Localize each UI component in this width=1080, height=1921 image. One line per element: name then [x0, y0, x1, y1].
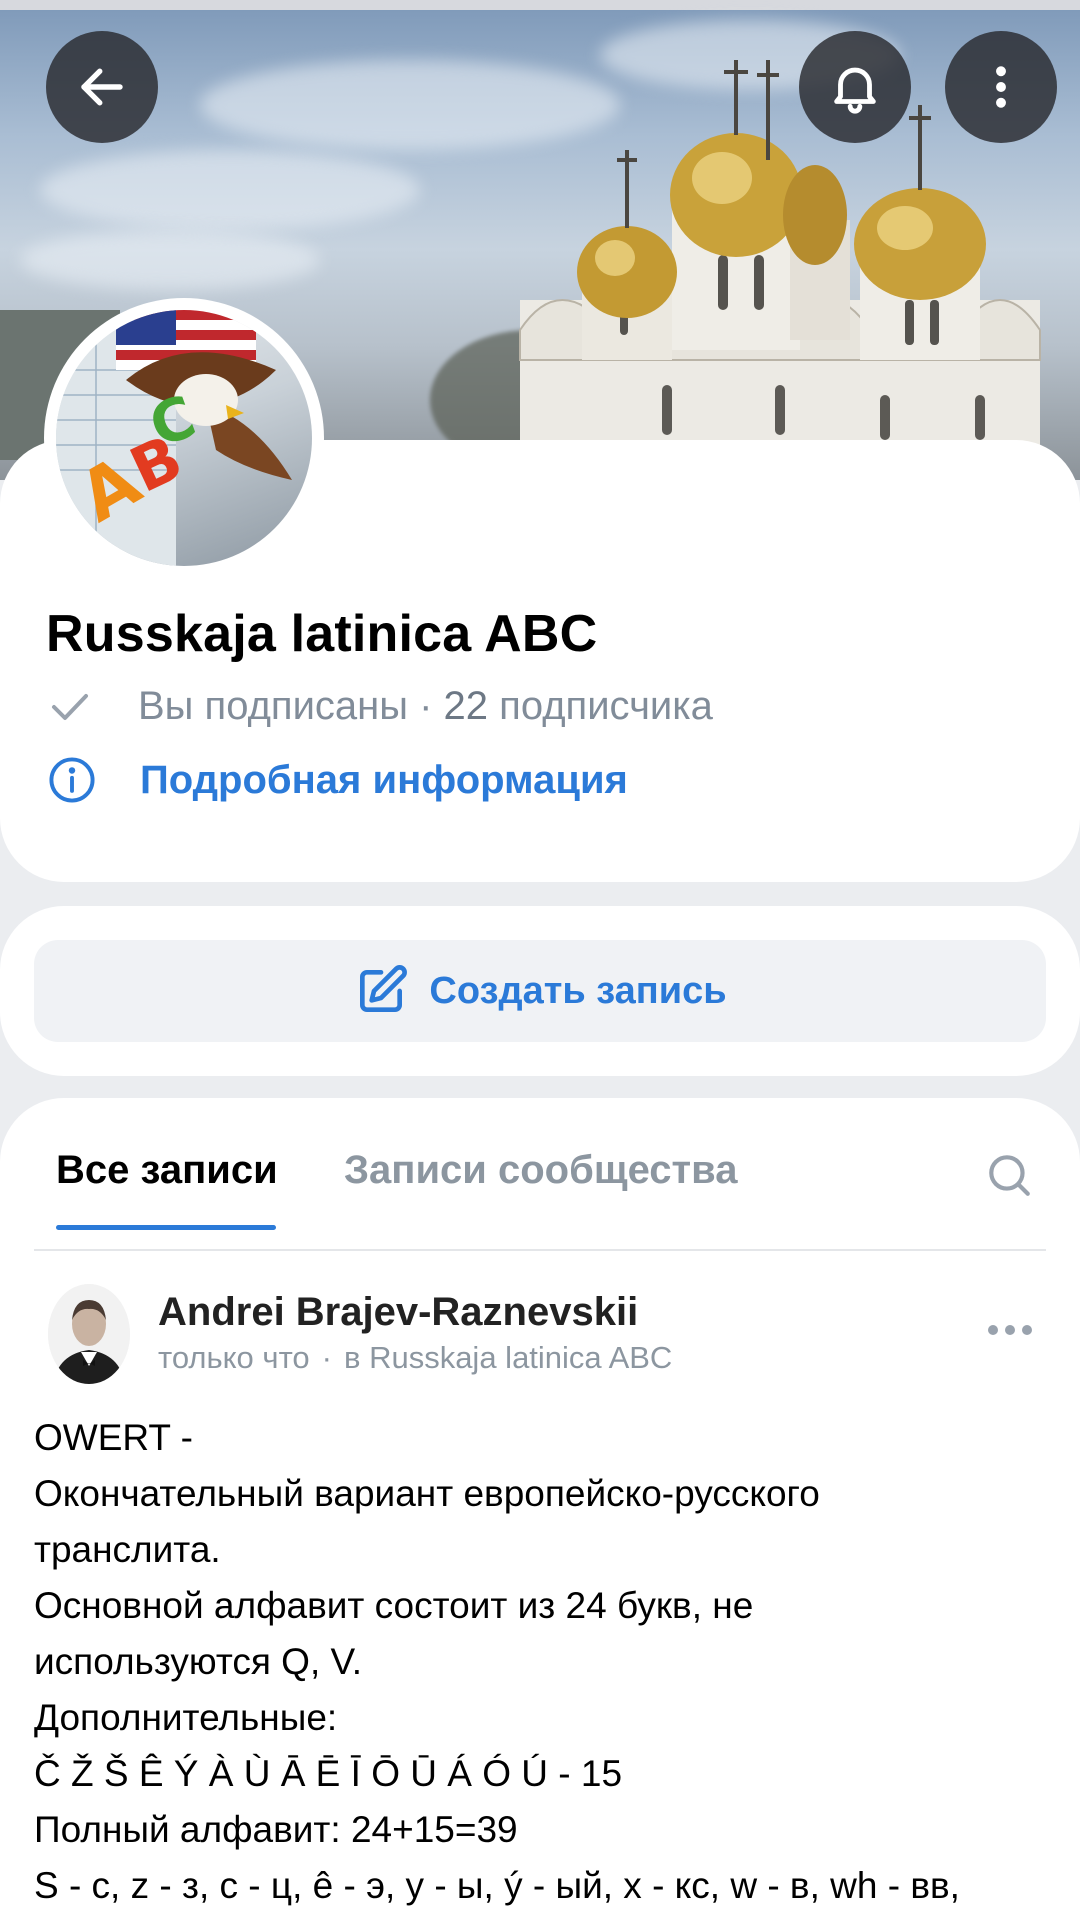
- details-link[interactable]: Подробная информация: [46, 754, 628, 806]
- post-meta: только что · в Russkaja latinica ABC: [158, 1340, 672, 1376]
- subscription-status[interactable]: Вы подписаны · 22 подписчика: [46, 682, 713, 730]
- post-line: транслита.: [34, 1529, 221, 1570]
- post-text: OWERT - Окончательный вариант европейско…: [34, 1410, 1054, 1914]
- search-button[interactable]: [984, 1150, 1034, 1205]
- details-link-label: Подробная информация: [140, 757, 628, 802]
- post-line: Полный алфавит: 24+15=39: [34, 1809, 518, 1850]
- subscribers-word: подписчика: [488, 683, 713, 728]
- arrow-left-icon: [81, 68, 123, 106]
- post-line: S - с, z - з, c - ц, ê - э, y - ы, ý - ы…: [34, 1865, 960, 1906]
- post-time: только что: [158, 1340, 310, 1375]
- group-avatar[interactable]: A B C: [44, 298, 324, 578]
- checkmark-icon: [52, 694, 88, 720]
- more-horizontal-icon: [988, 1325, 1032, 1335]
- bell-icon: [834, 67, 876, 114]
- subscribers-count: 22: [443, 683, 489, 728]
- back-button[interactable]: [46, 31, 158, 143]
- post-line: Окончательный вариант европейско-русског…: [34, 1473, 820, 1514]
- post-line: используются Q, V.: [34, 1641, 363, 1682]
- post-author-avatar[interactable]: [48, 1284, 130, 1384]
- create-post-label: Создать запись: [429, 969, 727, 1012]
- group-name: Russkaja latinica ABC: [46, 605, 598, 663]
- post-line: OWERT -: [34, 1417, 193, 1458]
- more-options-button[interactable]: [945, 31, 1057, 143]
- separator-dot: ·: [408, 683, 444, 728]
- more-vertical-icon: [996, 66, 1006, 108]
- create-post-button[interactable]: Создать запись: [34, 940, 1046, 1042]
- tabs-divider: [34, 1249, 1046, 1251]
- post-line: Č Ž Š Ê Ý À Ù Ā Ē Ī Ō Ū Á Ó Ú - 15: [34, 1753, 623, 1794]
- post-group-link[interactable]: в Russkaja latinica ABC: [344, 1340, 672, 1375]
- edit-icon: [360, 965, 408, 1012]
- tab-all-posts[interactable]: Все записи: [56, 1148, 278, 1193]
- subscribed-label: Вы подписаны: [138, 683, 408, 728]
- notifications-button[interactable]: [799, 31, 911, 143]
- post-line: Дополнительные:: [34, 1697, 338, 1738]
- post-line: Основной алфавит состоит из 24 букв, не: [34, 1585, 754, 1626]
- active-tab-indicator: [56, 1225, 276, 1230]
- post-author-name[interactable]: Andrei Brajev-Raznevskii: [158, 1290, 638, 1335]
- abc-eagle-picture: A B C: [56, 310, 292, 566]
- post-meta-separator: ·: [321, 1340, 332, 1375]
- tab-community-posts[interactable]: Записи сообщества: [344, 1148, 737, 1193]
- post-more-button[interactable]: [986, 1318, 1034, 1347]
- info-icon: [49, 757, 95, 803]
- author-photo: [48, 1284, 130, 1384]
- create-post-card: Создать запись: [0, 906, 1080, 1076]
- search-icon: [989, 1155, 1030, 1196]
